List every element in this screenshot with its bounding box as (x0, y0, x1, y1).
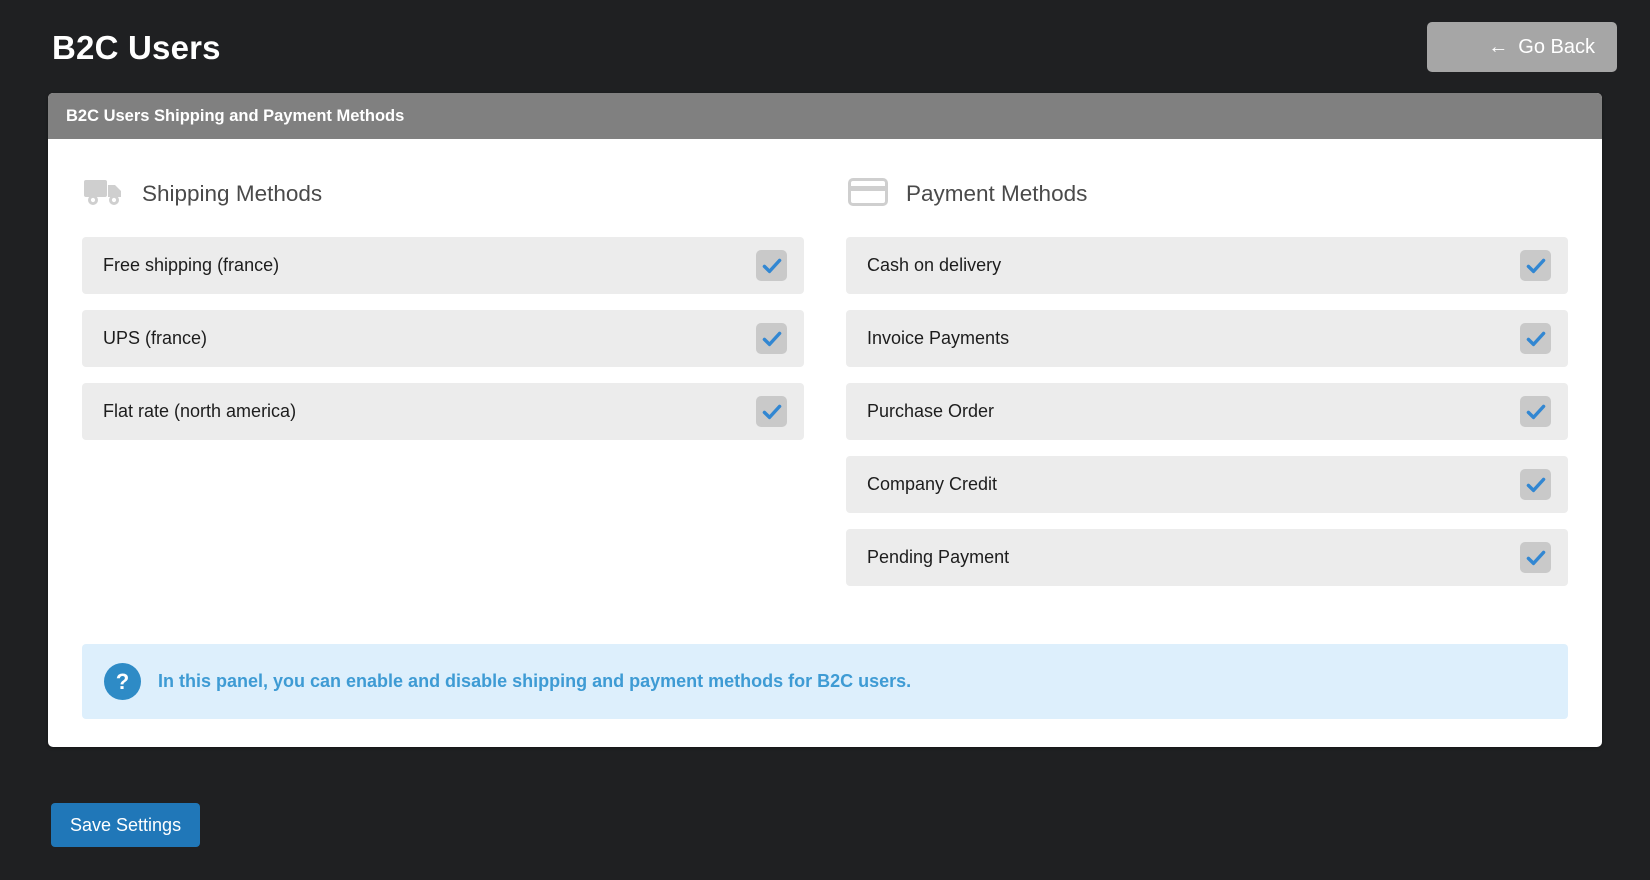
payment-section-title: Payment Methods (906, 181, 1088, 206)
panel-header: B2C Users Shipping and Payment Methods (48, 93, 1602, 139)
method-row[interactable]: Invoice Payments (846, 310, 1568, 367)
checkbox-company-credit[interactable] (1520, 469, 1551, 500)
checkbox-ups-france[interactable] (756, 323, 787, 354)
method-row[interactable]: Company Credit (846, 456, 1568, 513)
methods-columns: Shipping Methods Free shipping (france) U… (82, 173, 1568, 602)
payment-methods-column: Payment Methods Cash on delivery Invoice … (846, 173, 1568, 602)
go-back-label: Go Back (1518, 35, 1595, 58)
question-mark-icon: ? (104, 663, 141, 700)
panel-header-title: B2C Users Shipping and Payment Methods (66, 106, 405, 125)
truck-icon (84, 177, 126, 212)
shipping-section-header: Shipping Methods (82, 173, 804, 215)
shipping-section-title: Shipping Methods (142, 181, 323, 206)
arrow-left-icon: ← (1488, 36, 1509, 58)
payment-section-header: Payment Methods (846, 173, 1568, 215)
settings-panel: B2C Users Shipping and Payment Methods S… (48, 93, 1602, 747)
method-label-ups-france: UPS (france) (103, 328, 208, 348)
method-label-free-shipping-france: Free shipping (france) (103, 255, 280, 275)
shipping-methods-list: Free shipping (france) UPS (france) Flat r… (82, 237, 804, 440)
info-banner-text: In this panel, you can enable and disabl… (158, 671, 912, 691)
method-row[interactable]: Pending Payment (846, 529, 1568, 586)
checkbox-cash-on-delivery[interactable] (1520, 250, 1551, 281)
method-row[interactable]: Free shipping (france) (82, 237, 804, 294)
payment-methods-list: Cash on delivery Invoice Payments Purchase… (846, 237, 1568, 586)
method-row[interactable]: Purchase Order (846, 383, 1568, 440)
checkbox-invoice-payments[interactable] (1520, 323, 1551, 354)
method-label-company-credit: Company Credit (867, 474, 998, 494)
top-bar: B2C Users ← Go Back (0, 0, 1650, 94)
method-label-flat-rate-north-america: Flat rate (north america) (103, 401, 297, 421)
credit-card-icon (848, 176, 890, 212)
checkbox-free-shipping-france[interactable] (756, 250, 787, 281)
method-row[interactable]: Flat rate (north america) (82, 383, 804, 440)
method-label-purchase-order: Purchase Order (867, 401, 995, 421)
checkbox-flat-rate-north-america[interactable] (756, 396, 787, 427)
app-root: B2C Users ← Go Back B2C Users Shipping a… (0, 0, 1650, 880)
method-row[interactable]: Cash on delivery (846, 237, 1568, 294)
method-label-invoice-payments: Invoice Payments (867, 328, 1010, 348)
checkbox-purchase-order[interactable] (1520, 396, 1551, 427)
page-title: B2C Users (52, 28, 221, 66)
save-settings-button[interactable]: Save Settings (51, 803, 201, 847)
method-label-cash-on-delivery: Cash on delivery (867, 255, 1002, 275)
panel-body: Shipping Methods Free shipping (france) U… (48, 139, 1602, 747)
go-back-button[interactable]: ← Go Back (1427, 22, 1617, 72)
shipping-methods-column: Shipping Methods Free shipping (france) U… (82, 173, 804, 602)
info-banner: ? In this panel, you can enable and disa… (82, 644, 1568, 719)
method-row[interactable]: UPS (france) (82, 310, 804, 367)
checkbox-pending-payment[interactable] (1520, 542, 1551, 573)
method-label-pending-payment: Pending Payment (867, 547, 1010, 567)
